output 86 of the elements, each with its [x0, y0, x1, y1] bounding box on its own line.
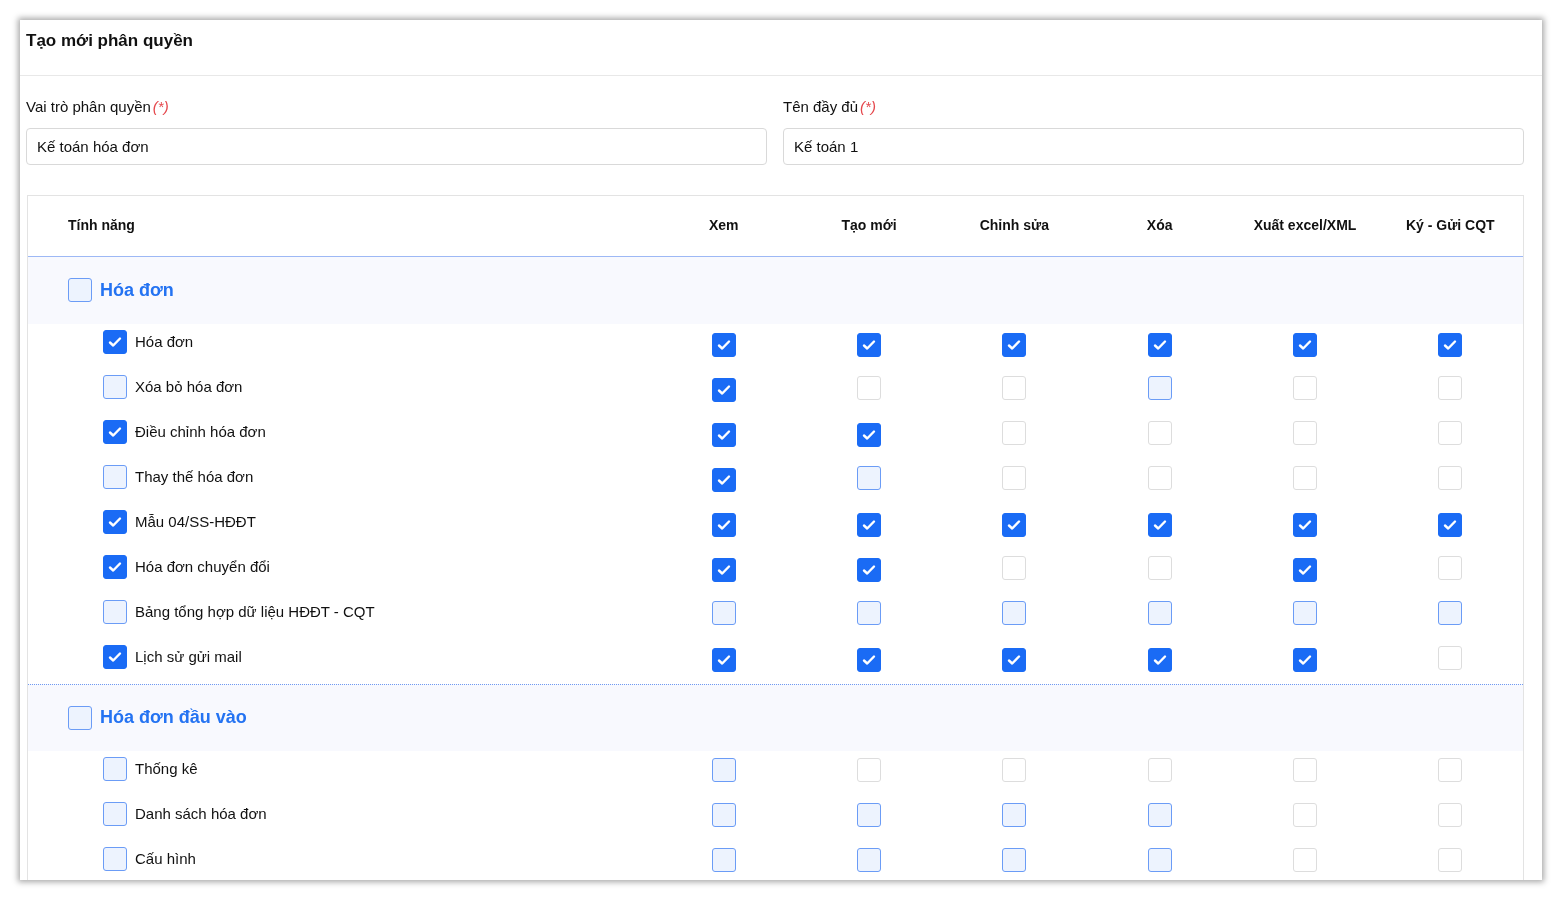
checkbox[interactable]	[711, 377, 736, 402]
checkbox[interactable]	[103, 555, 127, 579]
column-header: Tạo mới	[840, 216, 898, 235]
feature-name: Hóa đơn chuyển đổi	[135, 556, 270, 577]
checkbox[interactable]	[1147, 802, 1172, 827]
checkbox[interactable]	[1002, 512, 1027, 537]
column-header: Xóa	[1145, 216, 1174, 235]
checkbox[interactable]	[68, 705, 92, 730]
column-header: Xuất excel/XML	[1252, 216, 1358, 235]
checkbox[interactable]	[857, 847, 881, 872]
checkbox[interactable]	[1147, 512, 1172, 537]
checkbox[interactable]	[103, 330, 127, 354]
input-field[interactable]: Kế toán 1	[783, 127, 1524, 165]
checkbox[interactable]	[857, 332, 881, 357]
feature-name: Cấu hình	[135, 848, 196, 869]
checkbox[interactable]	[103, 375, 127, 399]
checkbox[interactable]	[103, 645, 127, 669]
feature-name: Bảng tổng hợp dữ liệu HĐĐT - CQT	[135, 601, 375, 622]
checkbox[interactable]	[1147, 847, 1172, 872]
feature-name: Thống kê	[135, 758, 198, 779]
group-name: Hóa đơn	[100, 278, 174, 302]
checkbox[interactable]	[857, 512, 881, 537]
feature-name: Điều chỉnh hóa đơn	[135, 421, 266, 442]
checkbox[interactable]	[103, 465, 127, 489]
feature-name: Thay thế hóa đơn	[135, 466, 254, 487]
input-field[interactable]: Kế toán hóa đơn	[26, 127, 767, 165]
check-icon	[107, 559, 123, 575]
checkbox[interactable]	[711, 647, 736, 672]
checkbox[interactable]	[711, 600, 736, 625]
feature-name: Hóa đơn	[135, 331, 194, 352]
column-header: Ký - Gửi CQT	[1404, 216, 1496, 235]
checkbox[interactable]	[68, 278, 92, 302]
check-icon	[107, 424, 123, 440]
checkbox[interactable]	[1438, 512, 1463, 537]
feature-name: Danh sách hóa đơn	[135, 803, 267, 824]
check-icon	[107, 334, 123, 350]
checkbox[interactable]	[711, 467, 736, 492]
checkbox[interactable]	[857, 600, 881, 625]
checkbox[interactable]	[711, 847, 736, 872]
checkbox[interactable]	[1438, 600, 1463, 625]
checkbox[interactable]	[1002, 802, 1027, 827]
required-mark: (*)	[860, 98, 876, 115]
checkbox[interactable]	[1293, 600, 1317, 625]
checkbox[interactable]	[1147, 375, 1172, 400]
checkbox[interactable]	[1147, 600, 1172, 625]
required-mark: (*)	[152, 98, 169, 115]
checkbox[interactable]	[1002, 847, 1027, 872]
feature-name: Xóa bỏ hóa đơn	[135, 376, 243, 397]
checkbox[interactable]	[857, 422, 881, 447]
checkbox[interactable]	[1002, 647, 1027, 672]
checkbox[interactable]	[103, 847, 127, 871]
checkbox[interactable]	[1002, 600, 1027, 625]
column-header: Tính năng	[67, 216, 136, 235]
field-label: Tên đầy đủ	[783, 98, 859, 115]
checkbox[interactable]	[1293, 557, 1317, 582]
checkbox[interactable]	[103, 420, 127, 444]
checkbox[interactable]	[1293, 647, 1317, 672]
group-name: Hóa đơn đầu vào	[100, 706, 247, 729]
checkbox[interactable]	[711, 557, 736, 582]
checkbox[interactable]	[1147, 332, 1172, 357]
checkbox[interactable]	[711, 512, 736, 537]
check-icon	[107, 514, 123, 530]
checkbox[interactable]	[857, 557, 881, 582]
column-header: Xem	[707, 216, 740, 235]
checkbox[interactable]	[711, 802, 736, 827]
checkbox[interactable]	[857, 465, 881, 490]
checkbox[interactable]	[1147, 647, 1172, 672]
checkbox[interactable]	[103, 600, 127, 624]
checkbox[interactable]	[857, 647, 881, 672]
feature-name: Lịch sử gửi mail	[135, 646, 242, 667]
checkbox[interactable]	[857, 802, 881, 827]
column-header: Chỉnh sửa	[978, 216, 1050, 235]
feature-name: Mẫu 04/SS-HĐĐT	[135, 511, 256, 532]
checkbox[interactable]	[1438, 332, 1463, 357]
checkbox[interactable]	[1293, 512, 1317, 537]
checkbox[interactable]	[103, 757, 127, 781]
checkbox[interactable]	[103, 802, 127, 826]
checkbox[interactable]	[103, 510, 127, 534]
checkbox[interactable]	[711, 332, 736, 357]
checkbox[interactable]	[711, 422, 736, 447]
page-title: Tạo mới phân quyền	[20, 20, 1542, 76]
checkbox[interactable]	[711, 757, 736, 782]
checkbox[interactable]	[1002, 332, 1027, 357]
checkbox[interactable]	[1293, 332, 1317, 357]
field-label: Vai trò phân quyền	[26, 98, 151, 115]
check-icon	[107, 649, 123, 665]
